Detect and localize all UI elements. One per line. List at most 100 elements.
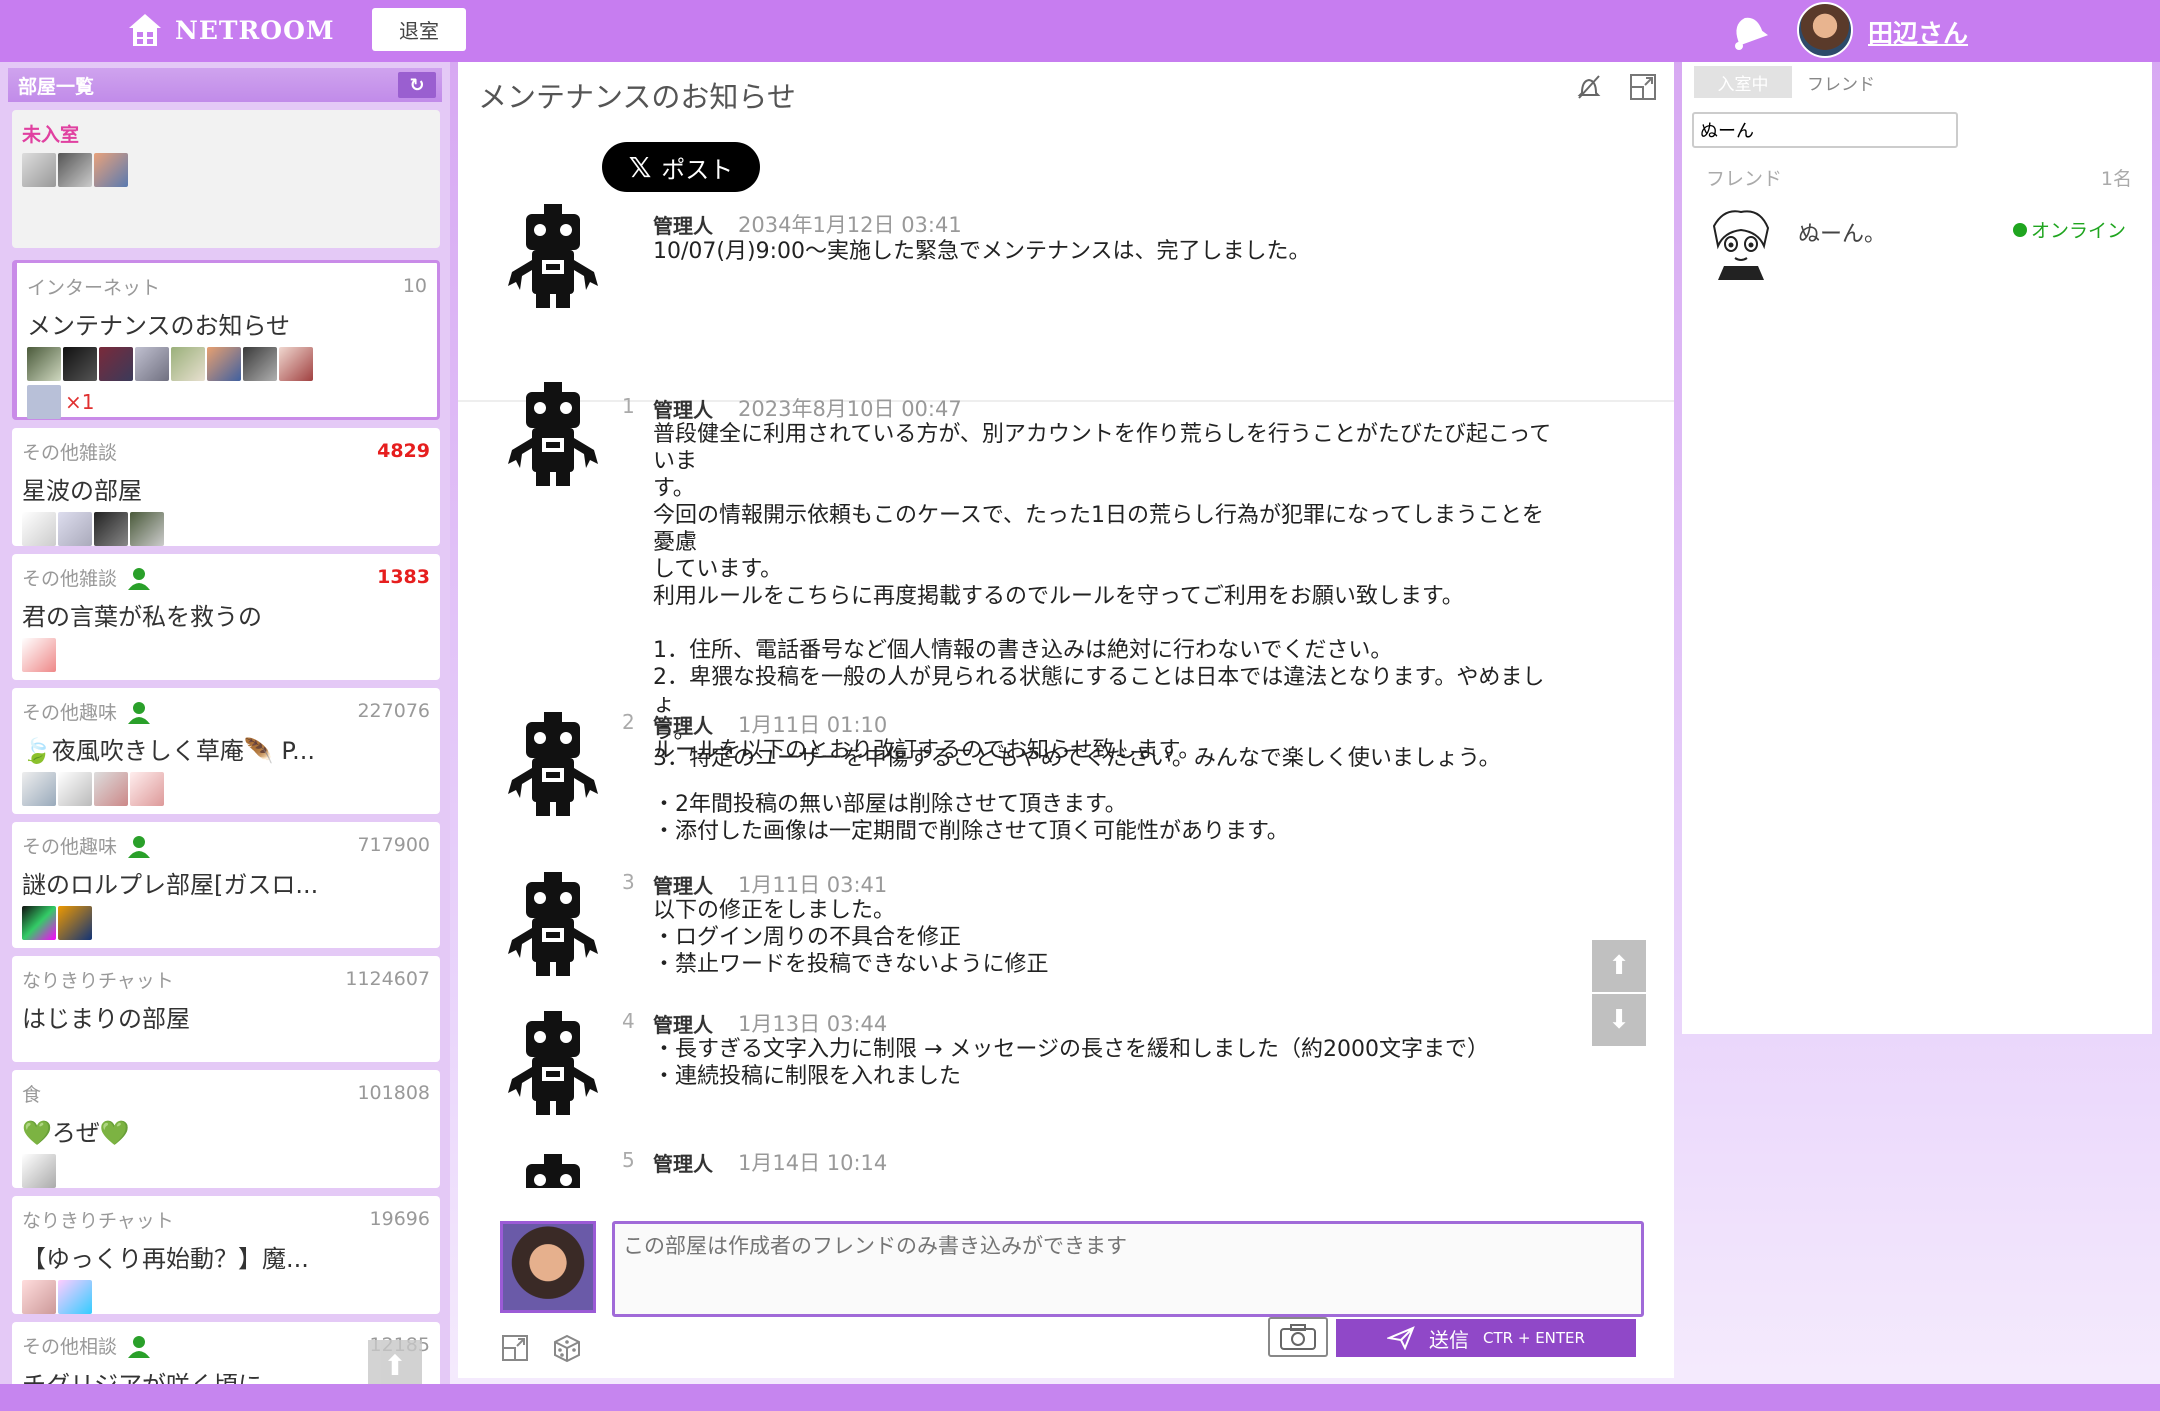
user-thumb xyxy=(22,1280,56,1314)
friend-icon xyxy=(128,1335,151,1358)
extra-members: ×1 xyxy=(27,385,427,419)
room-member-thumbs xyxy=(22,906,430,940)
tab-friend[interactable]: フレンド xyxy=(1792,66,1890,98)
unentered-rooms[interactable]: 未入室 xyxy=(12,110,440,248)
message-time: 2034年1月12日 03:41 xyxy=(738,213,962,237)
camera-icon xyxy=(1280,1324,1316,1350)
message-line: 今回の情報開示依頼もこのケースで、たった1日の荒らし行為が犯罪になってしまうこと… xyxy=(653,503,1544,555)
robot-avatar-icon xyxy=(508,204,598,308)
room-card[interactable]: その他趣味 227076 🍃夜風吹きしく草庵🪶 P... xyxy=(12,688,440,814)
friend-icon xyxy=(128,567,151,590)
scroll-top-button[interactable]: ⬆ xyxy=(368,1340,422,1384)
room-card[interactable]: その他雑談 1383 君の言葉が私を救うの xyxy=(12,554,440,680)
room-card[interactable]: インターネット 10 メンテナンスのお知らせ ×1 xyxy=(12,260,440,420)
message-input[interactable] xyxy=(612,1221,1644,1317)
message-body: 以下の修正をしました。 ・ログイン周りの不具合を修正 ・禁止ワードを投稿できない… xyxy=(653,897,1553,978)
logo[interactable]: NETROOM xyxy=(125,10,335,50)
bell-mute-icon[interactable] xyxy=(1574,72,1604,102)
message-line: 1．住所、電話番号など個人情報の書き込みは絶対に行わないでください。 xyxy=(653,638,1393,663)
message-line: ・ログイン周りの不具合を修正 xyxy=(653,925,962,950)
room-count: 1124607 xyxy=(345,968,430,990)
message-line: 普段健全に利用されている方が、別アカウントを作り荒らしを行うことがたびたび起こっ… xyxy=(653,422,1552,474)
expand-icon[interactable] xyxy=(1628,72,1658,102)
send-button[interactable]: 送信 CTR + ENTER xyxy=(1336,1319,1636,1357)
message-body: 10/07(月)9:00〜実施した緊急でメンテナンスは、完了しました。 xyxy=(653,238,1553,265)
room-category: その他雑談 xyxy=(22,568,118,590)
tab-in-room[interactable]: 入室中 xyxy=(1694,66,1792,98)
message-line: しています。 xyxy=(653,557,783,582)
dice-icon[interactable] xyxy=(552,1333,582,1363)
arrow-up-icon: ⬆ xyxy=(1608,951,1630,981)
message-body: ルールを以下のとおり改訂するのでお知らせ致します。 ・2年間投稿の無い部屋は削除… xyxy=(653,737,1553,845)
user-thumb xyxy=(130,512,164,546)
user-avatar[interactable] xyxy=(1797,2,1853,58)
room-count: 4829 xyxy=(377,440,430,462)
message-author: 管理人 xyxy=(653,874,713,898)
user-thumb xyxy=(27,347,61,381)
message-author: 管理人 xyxy=(653,398,713,422)
arrow-down-icon: ⬇ xyxy=(1608,1005,1630,1035)
message-line: ルールを以下のとおり改訂するのでお知らせ致します。 xyxy=(653,738,1201,763)
room-title: 星波の部屋 xyxy=(22,477,142,505)
room-list-title: 部屋一覧 xyxy=(18,75,95,98)
room-count: 717900 xyxy=(357,834,430,856)
unentered-label: 未入室 xyxy=(22,124,80,146)
message-line: 利用ルールをこちらに再度掲載するのでルールを守ってご利用をお願い致します。 xyxy=(653,584,1464,609)
expand-input-icon[interactable] xyxy=(500,1333,530,1363)
room-category: その他趣味 xyxy=(22,702,118,724)
room-card[interactable]: なりきりチャット 1124607 はじまりの部屋 xyxy=(12,956,440,1062)
message-author: 管理人 xyxy=(653,214,713,238)
arrow-up-icon: ⬆ xyxy=(383,1348,407,1382)
room-card[interactable]: なりきりチャット 19696 【ゆっくり再始動？】魔... xyxy=(12,1196,440,1314)
user-thumb xyxy=(135,347,169,381)
refresh-button[interactable]: ↻ xyxy=(398,72,436,98)
friend-search-input[interactable] xyxy=(1692,112,1958,148)
x-post-button[interactable]: 𝕏 ポスト xyxy=(602,142,760,192)
room-title: 【ゆっくり再始動？】魔... xyxy=(22,1245,309,1273)
message-line: 以下の修正をしました。 xyxy=(653,898,896,923)
room-title: 🍃夜風吹きしく草庵🪶 P... xyxy=(22,737,316,765)
room-card[interactable]: その他趣味 717900 謎のロルプレ部屋[ガスロ... xyxy=(12,822,440,948)
room-category: その他趣味 xyxy=(22,836,118,858)
user-thumb xyxy=(22,1154,56,1188)
default-user-icon xyxy=(27,385,61,419)
message-number: 3 xyxy=(622,870,635,894)
online-status-text: オンライン xyxy=(2030,220,2126,242)
user-thumb xyxy=(94,153,128,187)
room-count: 227076 xyxy=(357,700,430,722)
message-line: ・禁止ワードを投稿できないように修正 xyxy=(653,952,1049,977)
room-card[interactable]: 食 101808 💚ろぜ💚 xyxy=(12,1070,440,1188)
friend-count: 1名 xyxy=(2100,168,2132,190)
robot-avatar-icon xyxy=(508,712,598,816)
message-time: 2023年8月10日 00:47 xyxy=(738,397,962,421)
user-thumb xyxy=(94,772,128,806)
room-card[interactable]: その他雑談 4829 星波の部屋 xyxy=(12,428,440,546)
user-thumb xyxy=(58,153,92,187)
post-label: ポスト xyxy=(661,155,734,184)
room-category: インターネット xyxy=(27,277,161,299)
message-line: ・2年間投稿の無い部屋は削除させて頂きます。 xyxy=(653,792,1127,817)
image-upload-button[interactable] xyxy=(1268,1317,1328,1357)
logo-text: NETROOM xyxy=(175,15,335,45)
room-title: 💚ろぜ💚 xyxy=(22,1119,130,1147)
refresh-icon: ↻ xyxy=(409,74,425,96)
bottom-bar xyxy=(0,1384,2160,1411)
scroll-up-button[interactable]: ⬆ xyxy=(1592,940,1646,992)
bell-icon[interactable] xyxy=(1725,8,1769,52)
message-time: 1月11日 01:10 xyxy=(738,713,888,737)
x-logo-icon: 𝕏 xyxy=(628,150,652,184)
room-count: 1383 xyxy=(377,566,430,588)
user-thumb xyxy=(58,1280,92,1314)
room-list-header: 部屋一覧 ↻ xyxy=(8,68,442,102)
user-thumb xyxy=(130,772,164,806)
scroll-down-button[interactable]: ⬇ xyxy=(1592,994,1646,1046)
chat-panel: メンテナンスのお知らせ 𝕏 ポスト 管理人 2034年1月12日 03:41 1… xyxy=(458,62,1674,1378)
user-thumb xyxy=(58,906,92,940)
unentered-thumbs xyxy=(22,153,430,187)
send-label: 送信 xyxy=(1429,1327,1470,1352)
room-count: 19696 xyxy=(369,1208,430,1230)
user-name-link[interactable]: 田辺さん xyxy=(1868,14,1968,50)
user-tabs: 入室中 フレンド xyxy=(1694,66,1890,98)
leave-room-button[interactable]: 退室 xyxy=(372,8,466,51)
pinned-message: 管理人 2034年1月12日 03:41 10/07(月)9:00〜実施した緊急… xyxy=(458,202,1674,402)
